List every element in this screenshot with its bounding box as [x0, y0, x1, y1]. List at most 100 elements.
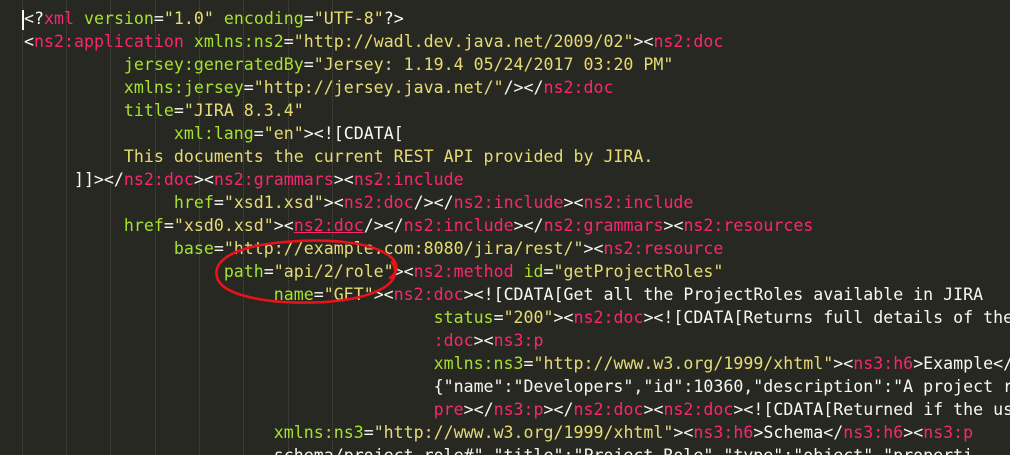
code-token: ns2:grammars [543, 216, 664, 235]
code-line: This documents the current REST API prov… [24, 145, 654, 168]
code-token: "http://example.com:8080/jira/rest/" [223, 239, 584, 258]
code-token: >< [563, 193, 584, 212]
code-token: "JIRA 8.3.4" [183, 101, 304, 120]
code-token: "getProjectRoles" [553, 262, 724, 281]
code-line: href="xsd0.xsd"><ns2:doc/></ns2:include>… [24, 214, 813, 237]
code-token: = [493, 308, 504, 327]
code-token: ns2:doc [393, 285, 464, 304]
code-token: status [433, 308, 494, 327]
code-token: ns2:method [413, 262, 514, 281]
code-token: ]]></ [73, 170, 124, 189]
code-token: jersey:generatedBy [123, 55, 304, 74]
code-token: /></ [503, 78, 544, 97]
code-token: >< [673, 423, 694, 442]
code-line: pre></ns3:p></ns2:doc><ns2:doc><![CDATA[… [24, 398, 1010, 421]
code-token: href [173, 193, 214, 212]
code-line: href="xsd1.xsd"><ns2:doc/></ns2:include>… [24, 191, 694, 214]
code-token: = [303, 9, 314, 28]
code-token: >< [903, 423, 924, 442]
code-token: ></ [543, 400, 574, 419]
code-line: schema/project-role#","title":"Project R… [24, 444, 973, 455]
code-line: xmlns:ns3="http://www.w3.org/1999/xhtml"… [24, 421, 973, 444]
code-token: ><![CDATA[Returned if the us [733, 400, 1010, 419]
code-token: = [153, 9, 164, 28]
code-token: ns2:doc [543, 78, 614, 97]
code-token: = [253, 124, 264, 143]
code-token: title [123, 101, 174, 120]
code-token: ns3:h6 [843, 423, 904, 442]
code-line: jersey:generatedBy="Jersey: 1.19.4 05/24… [24, 53, 673, 76]
code-token: :doc [433, 331, 474, 350]
code-token: ns2:include [403, 216, 514, 235]
code-token: "xsd0.xsd" [173, 216, 274, 235]
code-token: pre [433, 400, 464, 419]
code-token: >< [633, 32, 654, 51]
code-token: ns2:doc [653, 32, 724, 51]
code-token: ns3:h6 [693, 423, 754, 442]
code-token: ns2:doc [573, 308, 644, 327]
code-token: xmlns:ns2 [193, 32, 284, 51]
code-token: xmlns:ns3 [433, 354, 524, 373]
code-token: = [163, 216, 174, 235]
code-token: ns2:resource [603, 239, 724, 258]
code-token: encoding [223, 9, 304, 28]
code-token: "api/2/role" [273, 262, 394, 281]
code-token: name [273, 285, 314, 304]
code-token: = [303, 55, 314, 74]
code-token: /></ [363, 216, 404, 235]
code-token: "http://jersey.java.net/" [253, 78, 504, 97]
code-line: name="GET"><ns2:doc><![CDATA[Get all the… [24, 283, 983, 306]
code-token: >< [273, 216, 294, 235]
code-token: >< [643, 400, 664, 419]
code-token: < [24, 32, 34, 51]
code-token: "200" [503, 308, 554, 327]
code-token: = [543, 262, 554, 281]
code-token: /></ [413, 193, 454, 212]
code-token: ></ [513, 216, 544, 235]
code-line: title="JIRA 8.3.4" [24, 99, 304, 122]
code-token: "http://wadl.dev.java.net/2009/02" [293, 32, 634, 51]
code-token: This documents the current REST API prov… [123, 147, 654, 166]
code-token: = [363, 423, 374, 442]
code-line: <ns2:application xmlns:ns2="http://wadl.… [24, 30, 723, 53]
code-token: ><![CDATA[ [303, 124, 404, 143]
code-token: ns3:p [493, 400, 544, 419]
code-token: >< [323, 193, 344, 212]
code-token: >Schema</ [753, 423, 844, 442]
code-token: >< [193, 170, 214, 189]
code-token: >< [833, 354, 854, 373]
code-token: >< [553, 308, 574, 327]
code-token: "GET" [323, 285, 374, 304]
code-line: ]]></ns2:doc><ns2:grammars><ns2:include [24, 168, 464, 191]
code-token: >< [333, 170, 354, 189]
code-token: schema/project-role#","title":"Project R… [274, 446, 973, 455]
code-token: >< [583, 239, 604, 258]
code-token: "UTF-8" [313, 9, 384, 28]
code-token: "http://www.w3.org/1999/xhtml" [533, 354, 834, 373]
code-token: "1.0" [163, 9, 214, 28]
code-editor[interactable]: <?xml version="1.0" encoding="UTF-8"?> <n… [0, 0, 1010, 455]
code-token: = [523, 354, 534, 373]
code-token: ns2:doc [123, 170, 194, 189]
code-token: version [83, 9, 154, 28]
code-token: xmlns:jersey [123, 78, 244, 97]
code-token: "http://www.w3.org/1999/xhtml" [373, 423, 674, 442]
code-token: = [213, 193, 224, 212]
code-token: ns2:doc [343, 193, 414, 212]
code-token: >< [663, 216, 684, 235]
code-token: ?> [383, 9, 404, 28]
code-line: status="200"><ns2:doc><![CDATA[Returns f… [24, 306, 1010, 329]
code-line: path="api/2/role"><ns2:method id="getPro… [24, 260, 724, 283]
code-token: ><![CDATA[Get all the ProjectRoles avail… [463, 285, 984, 304]
code-token: base [173, 239, 214, 258]
code-line: xml:lang="en"><![CDATA[ [24, 122, 404, 145]
code-token: <? [24, 9, 44, 28]
code-token: xml:lang [173, 124, 254, 143]
code-token: xmlns:ns3 [273, 423, 364, 442]
code-token: ns2:include [453, 193, 564, 212]
code-line: {"name":"Developers","id":10360,"descrip… [24, 375, 1010, 398]
code-token: ></ [463, 400, 494, 419]
